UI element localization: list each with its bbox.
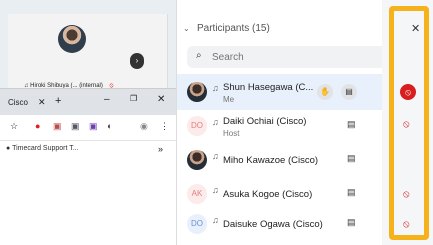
extension-icon[interactable]: ▣: [89, 121, 98, 132]
bookmark-favicon-icon: ●: [6, 145, 11, 152]
browser-tab-bar: Cisco ✕ + – ❐ ✕: [0, 89, 176, 115]
extension-pdf-icon[interactable]: ▣: [53, 121, 62, 132]
headset-icon: ♫: [212, 151, 219, 161]
browser-tab-label[interactable]: Cisco: [8, 98, 28, 107]
participant-row[interactable]: ♫ Shun Hasegawa (C... Me ✋ ▤: [177, 74, 383, 110]
panel-header[interactable]: ⌄ Participants (15): [177, 20, 383, 42]
search-icon: ⌕: [196, 50, 202, 61]
profile-icon[interactable]: ◉: [140, 121, 148, 132]
avatar: DO: [187, 116, 207, 136]
participant-name: Asuka Kogoe (Cisco): [223, 189, 313, 200]
participant-row[interactable]: DO ♫ Daiki Ochiai (Cisco) Host ▤: [177, 108, 383, 144]
avatar: [187, 150, 207, 170]
avatar: [187, 82, 207, 102]
search-input[interactable]: [212, 49, 362, 65]
next-video-button[interactable]: ›: [130, 53, 144, 69]
search-box[interactable]: ⌕: [187, 46, 387, 68]
closed-caption-icon: ▤: [347, 217, 356, 227]
tab-close-icon[interactable]: ✕: [38, 97, 46, 108]
participant-name: Daiki Ochiai (Cisco): [223, 116, 307, 127]
highlight-box: [389, 6, 429, 240]
maximize-button[interactable]: ❐: [130, 94, 137, 103]
participants-panel: ⌄ Participants (15) ⌕ ♫ Shun Hasegawa (C…: [176, 0, 387, 245]
browser-toolbar: ☆ ● ▣ ▣ ▣ ◐ ◉ ⋮: [0, 115, 176, 141]
participant-role: Me: [223, 95, 235, 104]
browser-window: Cisco ✕ + – ❐ ✕ ☆ ● ▣ ▣ ▣ ◐ ◉ ⋮ ● Timeca…: [0, 88, 176, 245]
participant-name: Shun Hasegawa (C...: [223, 82, 314, 93]
headset-icon: ♫: [212, 185, 219, 195]
raise-hand-icon[interactable]: ✋: [317, 84, 333, 100]
participant-row[interactable]: ♫ Miho Kawazoe (Cisco) ▤: [177, 142, 383, 178]
headset-icon: ♫: [212, 215, 219, 225]
closed-caption-icon: ▤: [347, 187, 356, 197]
headset-icon: ♫: [212, 117, 219, 127]
participant-role: Host: [223, 129, 240, 138]
participant-name: Daisuke Ogawa (Cisco): [223, 219, 323, 230]
new-tab-button[interactable]: +: [55, 95, 61, 107]
extension-opera-icon[interactable]: ●: [35, 121, 40, 131]
bookmark-star-icon[interactable]: ☆: [10, 121, 18, 132]
avatar: AK: [187, 184, 207, 204]
participant-name: Miho Kawazoe (Cisco): [223, 155, 319, 166]
extension-icon[interactable]: ◐: [107, 121, 112, 131]
closed-caption-icon: ▤: [347, 153, 356, 163]
avatar: DO: [187, 214, 207, 234]
headset-icon: ♫: [212, 83, 219, 93]
video-avatar: [58, 25, 86, 53]
bookmark-item[interactable]: ● Timecard Support T...: [6, 145, 79, 152]
video-tile[interactable]: ♫ Hiroki Shibuya (... (internal) ⦸ ›: [8, 14, 168, 94]
bookmarks-overflow-icon[interactable]: »: [158, 144, 163, 154]
window-close-button[interactable]: ✕: [157, 94, 165, 105]
participant-row[interactable]: DO ♫ Daisuke Ogawa (Cisco) ▤: [177, 206, 383, 242]
closed-caption-icon: ▤: [347, 119, 356, 129]
minimize-button[interactable]: –: [104, 94, 110, 105]
collapse-chevron-icon[interactable]: ⌄: [183, 24, 190, 33]
panel-title: Participants (15): [197, 23, 270, 34]
closed-caption-icon[interactable]: ▤: [341, 84, 357, 100]
menu-icon[interactable]: ⋮: [160, 121, 169, 132]
extension-icon[interactable]: ▣: [71, 121, 80, 132]
